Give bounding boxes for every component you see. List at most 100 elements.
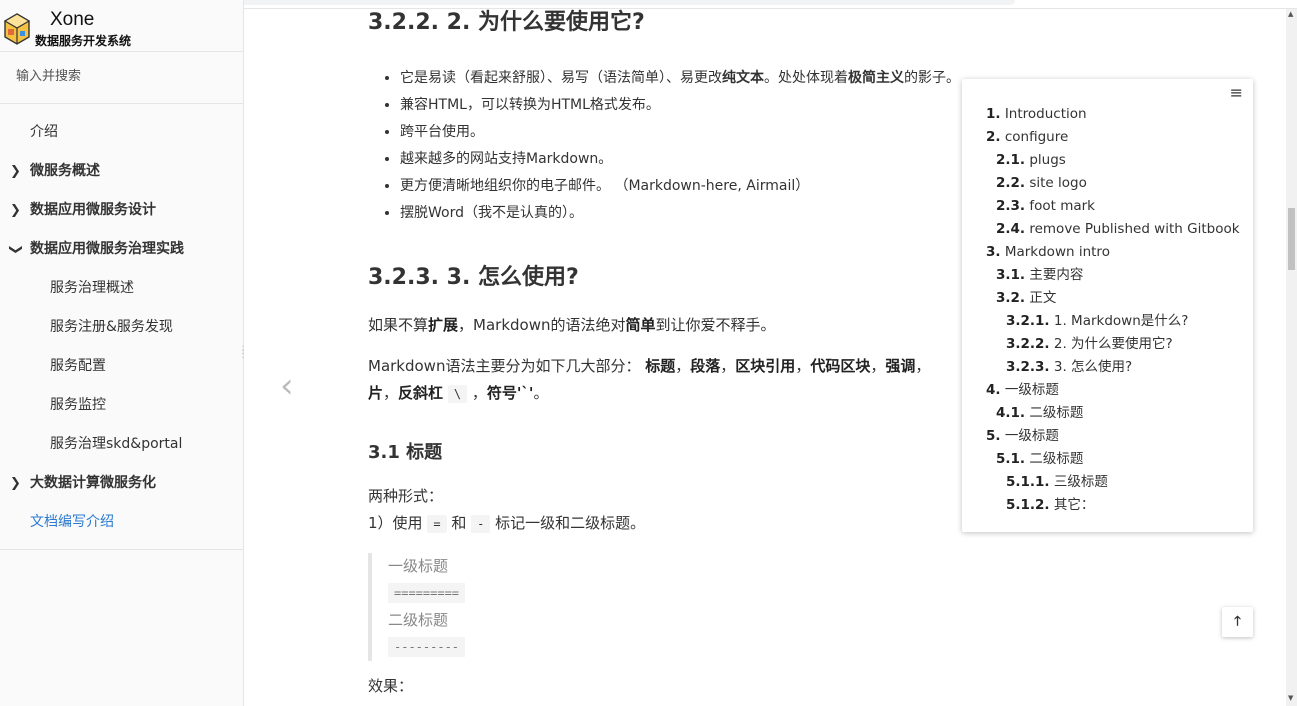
toc-item[interactable]: 4. 一级标题 [986, 381, 1059, 399]
toc-item[interactable]: 3.2. 正文 [996, 289, 1056, 307]
sidebar-item[interactable]: 文档编写介绍 [0, 503, 243, 542]
prev-page-icon[interactable]: ‹ [280, 366, 294, 406]
toc-item-number: 3.2.1. [1006, 313, 1050, 329]
inline-code: - [471, 515, 491, 533]
list-item: 跨平台使用。 [400, 119, 960, 146]
list-item: 兼容HTML，可以转换为HTML格式发布。 [400, 92, 960, 119]
text-run: Markdown语法主要分为如下几大部分： [368, 357, 646, 375]
toc-item[interactable]: 2.2. site logo [996, 174, 1087, 192]
toc-item[interactable]: 3.2.3. 3. 怎么使用? [1006, 358, 1132, 376]
scrollbar[interactable]: ▲ ▼ [1286, 9, 1297, 706]
toc-item[interactable]: 5.1.1. 三级标题 [1006, 473, 1108, 491]
emphasis-text: 标题 [645, 357, 676, 375]
scrollbar-thumb[interactable] [1288, 208, 1295, 270]
quote-h2-code: --------- [388, 637, 466, 657]
text-run: 更方便清晰地组织你的电子邮件。 （Markdown-here, Airmail） [400, 178, 810, 194]
toc-item-text: 一级标题 [1004, 428, 1059, 444]
text-run: 兼容HTML，可以转换为HTML格式发布。 [400, 97, 660, 113]
toc-item-number: 5.1.1. [1006, 474, 1050, 490]
emphasis-text: 纯文本 [722, 70, 764, 86]
reasons-list: 它是易读（看起来舒服）、易写（语法简单）、易更改纯文本。处处体现着极简主义的影子… [368, 65, 960, 227]
toc-item[interactable]: 2. configure [986, 128, 1068, 146]
toc-item[interactable]: 1. Introduction [986, 105, 1087, 123]
sidebar-item-label: 服务注册&服务发现 [50, 319, 173, 335]
chevron-right-icon: ❯ [10, 164, 21, 179]
search-input[interactable] [14, 68, 233, 85]
toc-item-text: Markdown intro [1004, 244, 1110, 260]
sidebar-resize-handle[interactable]: ⋮ ⋮ [238, 346, 248, 363]
cube-logo-icon [3, 13, 31, 45]
text-run: ， [870, 357, 886, 375]
toc-item[interactable]: 5. 一级标题 [986, 427, 1059, 445]
paragraph-syntax-line-1: Markdown语法主要分为如下几大部分： 标题，段落，区块引用，代码区块，强调… [368, 353, 930, 380]
text-run: 的影子。 [904, 70, 960, 86]
sidebar-item[interactable]: 介绍 [0, 113, 243, 152]
text-run: ，Markdown的语法绝对 [458, 316, 626, 334]
toc-item[interactable]: 2.3. foot mark [996, 197, 1095, 215]
sidebar-item[interactable]: 服务配置 [0, 347, 243, 386]
emphasis-text: 极简主义 [848, 70, 904, 86]
scroll-up-icon[interactable]: ▲ [1288, 10, 1293, 18]
toc-item-number: 5.1. [996, 451, 1026, 467]
text-run: 。 [533, 384, 549, 402]
forms-line: 1）使用 = 和 - 标记一级和二级标题。 [368, 510, 645, 538]
text-run: 标记一级和二级标题。 [490, 514, 646, 532]
sidebar-item[interactable]: 服务治理概述 [0, 269, 243, 308]
emphasis-text: 区块引用 [735, 357, 796, 375]
toc-item[interactable]: 3.2.2. 2. 为什么要使用它? [1006, 335, 1173, 353]
sidebar-item-label: 介绍 [30, 124, 58, 140]
emphasis-text: 片 [368, 384, 384, 402]
text-run: 如果不算 [368, 316, 429, 334]
toc-popup: ≡ 1. Introduction 2. configure 2.1. plugs 2… [962, 79, 1253, 532]
emphasis-text: 强调 [885, 357, 916, 375]
toc-item[interactable]: 3.2.1. 1. Markdown是什么? [1006, 312, 1188, 330]
sidebar-item[interactable]: ❯ 数据应用微服务治理实践 [0, 230, 243, 269]
sidebar-item-label: 服务治理skd&portal [50, 436, 183, 452]
toc-item-text: site logo [1029, 175, 1087, 191]
quote-h1-code: ========= [388, 583, 466, 603]
sidebar-item[interactable]: 服务注册&服务发现 [0, 308, 243, 347]
toc-item-text: Introduction [1004, 106, 1087, 122]
toc-item-number: 4.1. [996, 405, 1026, 421]
text-run: ， [795, 357, 811, 375]
sidebar-item[interactable]: 服务治理skd&portal [0, 425, 243, 464]
blockquote: 一级标题 ========= 二级标题 --------- [368, 553, 768, 661]
emphasis-text: 段落 [690, 357, 721, 375]
toc-item-number: 2.1. [996, 152, 1026, 168]
toc-item-text: plugs [1029, 152, 1066, 168]
sidebar-item[interactable]: ❯ 微服务概述 [0, 152, 243, 191]
text-run: 到让你爱不释手。 [655, 316, 776, 334]
divider [0, 549, 243, 550]
scroll-down-icon[interactable]: ▼ [1288, 694, 1293, 702]
toc-item[interactable]: 4.1. 二级标题 [996, 404, 1083, 422]
sidebar-item[interactable]: ❯ 数据应用微服务设计 [0, 191, 243, 230]
text-run: 跨平台使用。 [400, 124, 484, 140]
toc-item-number: 2.2. [996, 175, 1026, 191]
toc-item[interactable]: 2.1. plugs [996, 151, 1066, 169]
toc-item[interactable]: 3.1. 主要内容 [996, 266, 1083, 284]
heading-3-1: 3.1 标题 [368, 442, 443, 463]
quote-h2-text: 二级标题 [388, 611, 449, 629]
text-run: ， [915, 357, 931, 375]
paragraph-extensions: 如果不算扩展，Markdown的语法绝对简单到让你爱不释手。 [368, 312, 776, 339]
toc-item[interactable]: 3. Markdown intro [986, 243, 1110, 261]
app-logo[interactable]: Xone 数据服务开发系统 [0, 8, 243, 50]
heading-3-2-2: 3.2.2. 2. 为什么要使用它? [368, 10, 645, 35]
toc-menu-icon[interactable]: ≡ [1230, 83, 1243, 102]
sidebar-item[interactable]: ❯ 大数据计算微服务化 [0, 464, 243, 503]
toc-item-text: 3. 怎么使用? [1053, 359, 1133, 375]
text-run: 1）使用 [368, 514, 428, 532]
sidebar-item[interactable]: 服务监控 [0, 386, 243, 425]
toc-item-text: foot mark [1029, 198, 1095, 214]
toc-item[interactable]: 2.4. remove Published with Gitbook [996, 220, 1240, 238]
toc-item[interactable]: 5.1.2. 其它： [1006, 496, 1094, 514]
emphasis-text: 符号'`' [486, 384, 534, 402]
emphasis-text: 代码区块 [810, 357, 871, 375]
back-to-top-button[interactable]: 🡑 [1222, 607, 1253, 637]
list-item: 它是易读（看起来舒服）、易写（语法简单）、易更改纯文本。处处体现着极简主义的影子… [400, 65, 960, 92]
toc-item-number: 5. [986, 428, 1001, 444]
list-item: 摆脱Word（我不是认真的）。 [400, 200, 960, 227]
toc-item[interactable]: 5.1. 二级标题 [996, 450, 1083, 468]
sidebar-item-label: 文档编写介绍 [30, 514, 114, 530]
toc-item-number: 3.2.2. [1006, 336, 1050, 352]
